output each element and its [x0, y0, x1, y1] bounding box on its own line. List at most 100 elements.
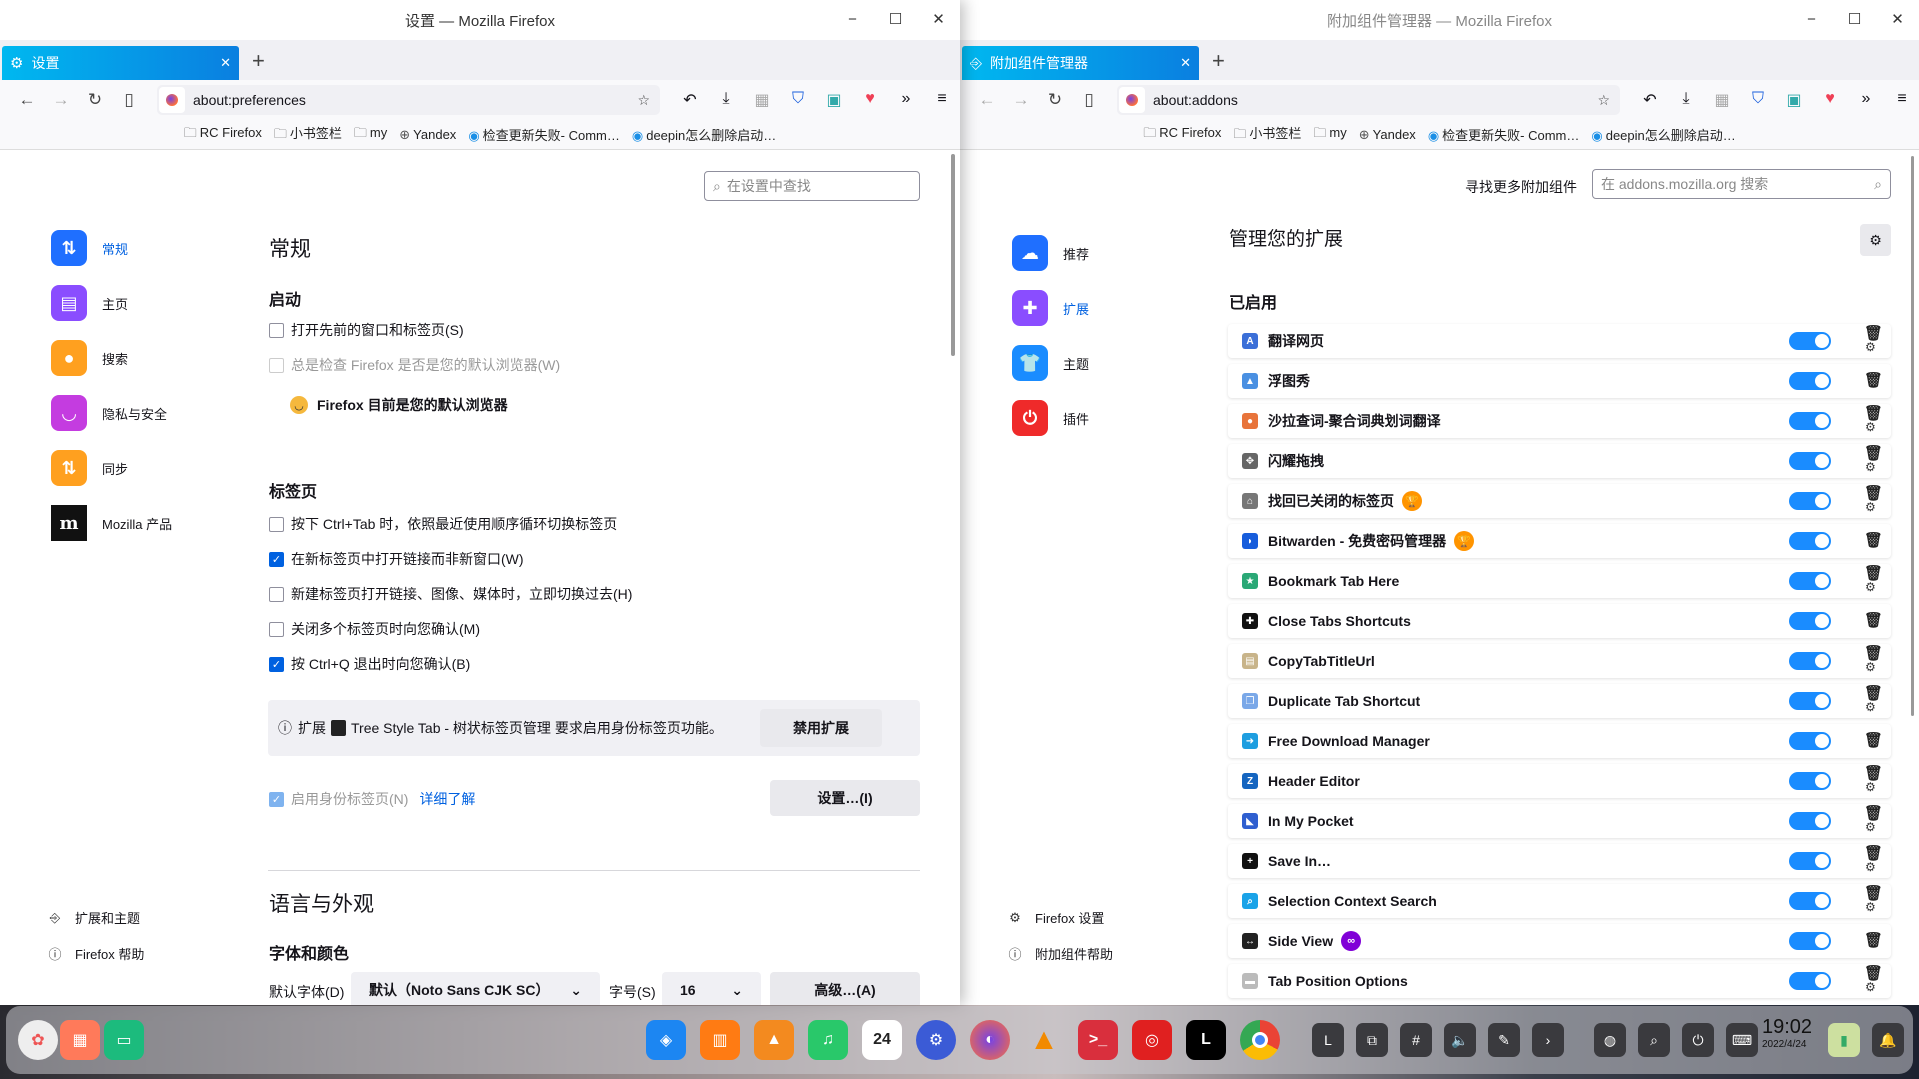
sidebar-item-plugins[interactable]: ⏻ 插件	[1012, 400, 1089, 436]
extension-card[interactable]: A 翻译网页 🗑 ⚙	[1228, 324, 1891, 358]
bookmark-folder[interactable]: 🗀 RC Firefox	[184, 124, 262, 146]
bookmark-link[interactable]: ⊕ Yandex	[399, 127, 456, 143]
extension-card[interactable]: + Save In… 🗑 ⚙	[1228, 844, 1891, 878]
save-icon[interactable]: ▣	[1776, 90, 1812, 110]
extension-card[interactable]: ▤ CopyTabTitleUrl 🗑 ⚙	[1228, 644, 1891, 678]
control-center-icon[interactable]: ⚙	[916, 1020, 956, 1060]
image-viewer-icon[interactable]: ▲	[754, 1020, 794, 1060]
notification-bell-icon[interactable]: 🔔	[1872, 1023, 1904, 1057]
enable-toggle[interactable]	[1789, 972, 1831, 990]
reload-button[interactable]: ↻	[78, 90, 112, 110]
containers-checkbox[interactable]: ✓ 启用身份标签页(N) 详细了解	[269, 789, 475, 809]
extension-card[interactable]: ❐ Duplicate Tab Shortcut 🗑 ⚙	[1228, 684, 1891, 718]
font-size-select[interactable]: 16 ⌄	[662, 972, 761, 1005]
options-gear-icon[interactable]: ⚙	[1865, 340, 1876, 354]
bookmark-link[interactable]: ◉ deepin怎么删除启动…	[632, 125, 776, 144]
options-gear-icon[interactable]: ⚙	[1865, 460, 1876, 474]
forward-button[interactable]: →	[44, 90, 78, 110]
checkbox[interactable]	[269, 516, 284, 532]
enable-toggle[interactable]	[1789, 452, 1831, 470]
archive-manager-icon[interactable]: ▥	[700, 1020, 740, 1060]
multitask-view-icon[interactable]: ▦	[60, 1020, 100, 1060]
addons-tools-gear-button[interactable]: ⚙	[1860, 224, 1891, 256]
disable-extension-button[interactable]: 禁用扩展	[760, 709, 882, 747]
app-store-icon[interactable]: ◈	[646, 1020, 686, 1060]
firefox-settings-link[interactable]: ⚙ Firefox 设置	[1007, 908, 1104, 927]
tray-typora-icon[interactable]: L	[1312, 1023, 1344, 1057]
sidebar-item-general[interactable]: ⇅ 常规	[51, 230, 128, 266]
volume-icon[interactable]: 🔈	[1444, 1023, 1476, 1057]
bookmark-folder[interactable]: 🗀 小书签栏	[274, 123, 342, 147]
options-gear-icon[interactable]: ⚙	[1865, 980, 1876, 994]
switch-to-new-tab-checkbox[interactable]: 新建标签页打开链接、图像、媒体时，立即切换过去(H)	[269, 584, 632, 604]
sidebar-toggle-button[interactable]: ▯	[1072, 90, 1106, 110]
enable-toggle[interactable]	[1789, 692, 1831, 710]
back-button[interactable]: ←	[970, 90, 1004, 110]
checkbox[interactable]	[269, 586, 284, 602]
advanced-fonts-button[interactable]: 高级…(A)	[770, 972, 920, 1005]
container-icon[interactable]: ▦	[1704, 90, 1740, 110]
url-text[interactable]: about:addons	[1153, 92, 1238, 108]
new-tab-button[interactable]: +	[1212, 48, 1225, 74]
tab-addons[interactable]: ⎆ 附加组件管理器 ✕	[962, 46, 1199, 80]
warn-close-tabs-checkbox[interactable]: 关闭多个标签页时向您确认(M)	[269, 619, 480, 639]
enable-toggle[interactable]	[1789, 732, 1831, 750]
enable-toggle[interactable]	[1789, 332, 1831, 350]
options-gear-icon[interactable]: ⚙	[1865, 820, 1876, 834]
sidebar-item-mozilla[interactable]: m Mozilla 产品	[51, 505, 172, 541]
bookmark-star-icon[interactable]: ☆	[1597, 92, 1610, 109]
remove-trash-icon[interactable]: 🗑	[1864, 371, 1883, 389]
enable-toggle[interactable]	[1789, 852, 1831, 870]
options-gear-icon[interactable]: ⚙	[1865, 780, 1876, 794]
forward-button[interactable]: →	[1004, 90, 1038, 110]
addons-help-link[interactable]: ⓘ 附加组件帮助	[1007, 944, 1113, 963]
restore-session-checkbox[interactable]: 打开先前的窗口和标签页(S)	[269, 320, 464, 340]
netease-music-icon[interactable]: ◎	[1132, 1020, 1172, 1060]
sidebar-item-extensions[interactable]: ✚ 扩展	[1012, 290, 1089, 326]
bookmark-link[interactable]: ◉ 检查更新失败- Comm…	[468, 125, 620, 144]
options-gear-icon[interactable]: ⚙	[1865, 660, 1876, 674]
bookmark-link[interactable]: ◉ 检查更新失败- Comm…	[1428, 125, 1580, 144]
checkbox[interactable]	[269, 357, 284, 373]
vlc-icon[interactable]: ▲	[1024, 1020, 1064, 1060]
launcher-icon[interactable]: ✿	[18, 1020, 58, 1060]
warn-quit-checkbox[interactable]: ✓ 按 Ctrl+Q 退出时向您确认(B)	[269, 654, 470, 674]
extensions-themes-link[interactable]: ⎆ 扩展和主题	[47, 908, 140, 927]
calendar-icon[interactable]: 24	[862, 1020, 902, 1060]
sidebar-item-recommended[interactable]: ☁ 推荐	[1012, 235, 1089, 271]
extension-card[interactable]: ➜ Free Download Manager 🗑	[1228, 724, 1891, 758]
search-icon[interactable]: ⌕	[1638, 1023, 1670, 1057]
chrome-icon[interactable]	[1240, 1020, 1280, 1060]
close-tab-icon[interactable]: ✕	[220, 55, 231, 71]
extension-card[interactable]: ⌂ 找回已关闭的标签页 🏆 🗑 ⚙	[1228, 484, 1891, 518]
open-links-in-tabs-checkbox[interactable]: ✓ 在新标签页中打开链接而非新窗口(W)	[269, 549, 524, 569]
bookmark-folder[interactable]: 🗀 my	[1313, 124, 1346, 146]
power-icon[interactable]: ⏻	[1682, 1023, 1714, 1057]
enable-toggle[interactable]	[1789, 492, 1831, 510]
firefox-icon[interactable]: ◐	[970, 1020, 1010, 1060]
enable-toggle[interactable]	[1789, 572, 1831, 590]
extension-card[interactable]: ◣ In My Pocket 🗑 ⚙	[1228, 804, 1891, 838]
check-default-checkbox[interactable]: 总是检查 Firefox 是否是您的默认浏览器(W)	[269, 355, 560, 375]
enable-toggle[interactable]	[1789, 412, 1831, 430]
url-bar[interactable]: about:preferences ☆	[157, 85, 660, 115]
container-icon[interactable]: ▦	[744, 90, 780, 110]
bookmark-link[interactable]: ⊕ Yandex	[1359, 127, 1416, 143]
bitwarden-icon[interactable]: ⛉	[780, 90, 816, 110]
options-gear-icon[interactable]: ⚙	[1865, 700, 1876, 714]
keyboard-icon[interactable]: ⌨	[1726, 1023, 1758, 1057]
overflow-icon[interactable]: »	[1848, 90, 1884, 110]
overflow-icon[interactable]: »	[888, 90, 924, 110]
amo-search-input[interactable]: 在 addons.mozilla.org 搜索 ⌕	[1592, 169, 1891, 199]
remove-trash-icon[interactable]: 🗑	[1864, 611, 1883, 629]
reload-button[interactable]: ↻	[1038, 90, 1072, 110]
checkbox[interactable]: ✓	[269, 551, 284, 567]
undo-close-icon[interactable]: ↶	[672, 90, 708, 110]
sidebar-item-themes[interactable]: 👕 主题	[1012, 345, 1089, 381]
sidebar-item-privacy[interactable]: ◡ 隐私与安全	[51, 395, 167, 431]
enable-toggle[interactable]	[1789, 932, 1831, 950]
default-font-select[interactable]: 默认（Noto Sans CJK SC） ⌄	[351, 972, 600, 1005]
url-bar[interactable]: about:addons ☆	[1117, 85, 1620, 115]
options-gear-icon[interactable]: ⚙	[1865, 420, 1876, 434]
remove-trash-icon[interactable]: 🗑	[1864, 931, 1883, 949]
